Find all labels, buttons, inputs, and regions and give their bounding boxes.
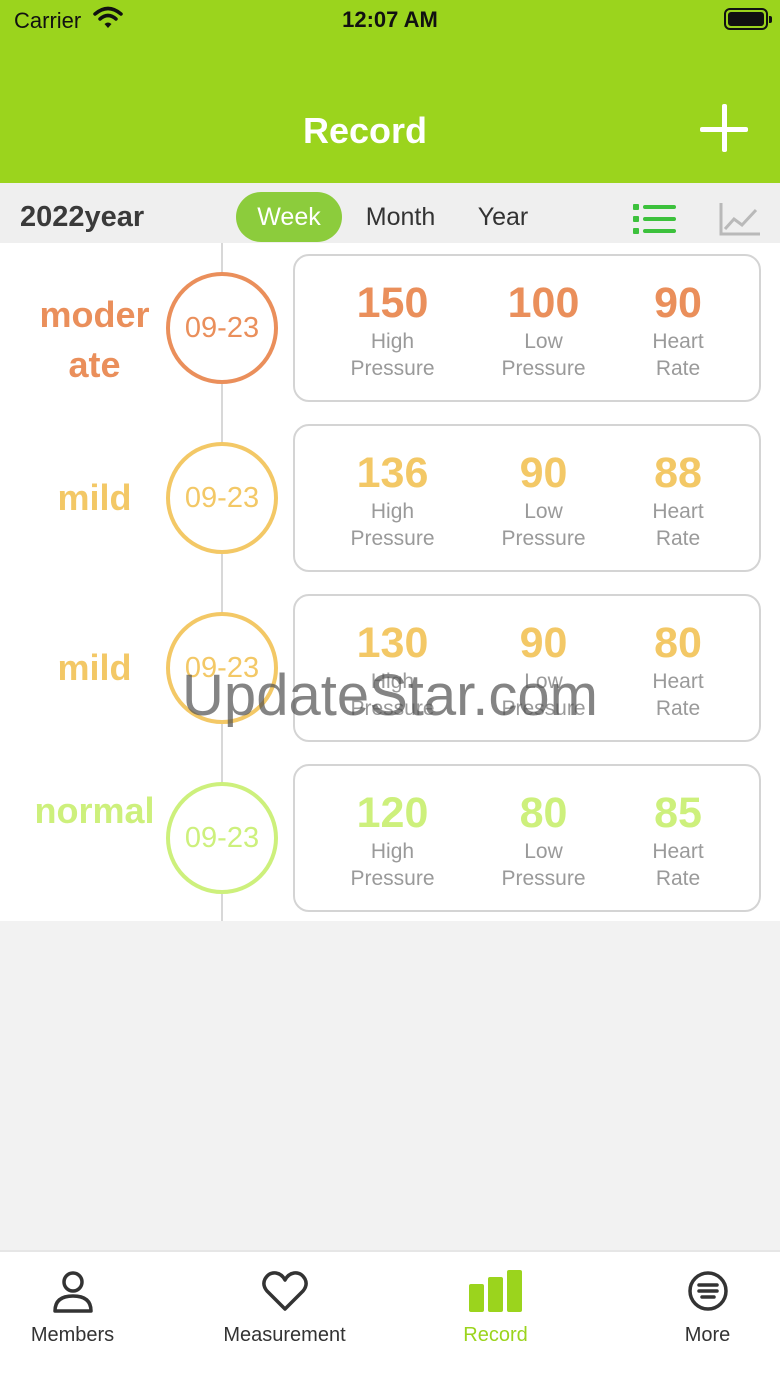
watermark: UpdateStar.com bbox=[182, 663, 598, 728]
severity-label: moderate bbox=[39, 294, 150, 385]
high-pressure-value: 130 bbox=[356, 619, 429, 667]
severity-label: mild bbox=[57, 477, 132, 518]
tab-month[interactable]: Month bbox=[353, 192, 448, 242]
date-badge: 09-23 bbox=[166, 272, 278, 384]
reading-card[interactable]: 136 High Pressure 90 Low Pressure 88 Hea… bbox=[293, 424, 761, 572]
low-pressure: 90 Low Pressure bbox=[486, 448, 601, 552]
heart-rate-label: Heart Rate bbox=[652, 840, 704, 890]
high-pressure: 120 High Pressure bbox=[335, 788, 450, 892]
heart-rate-value: 85 bbox=[654, 789, 702, 837]
add-record-button[interactable] bbox=[700, 104, 752, 156]
tab-members[interactable]: Members bbox=[0, 1252, 170, 1387]
high-pressure-label: High Pressure bbox=[350, 500, 435, 550]
high-pressure-value: 120 bbox=[356, 789, 429, 837]
low-pressure-label: Low Pressure bbox=[501, 330, 586, 380]
high-pressure-label: High Pressure bbox=[350, 840, 435, 890]
heart-icon bbox=[187, 1270, 382, 1317]
list-item: mild 09-23 136 High Pressure 90 Low Pres… bbox=[0, 423, 780, 573]
low-pressure-value: 100 bbox=[507, 279, 580, 327]
reading-card[interactable]: 120 High Pressure 80 Low Pressure 85 Hea… bbox=[293, 764, 761, 912]
tab-measurement-label: Measurement bbox=[223, 1324, 346, 1346]
tab-more-label: More bbox=[684, 1324, 731, 1346]
status-bar: Carrier 12:07 AM bbox=[0, 0, 780, 40]
tab-more[interactable]: More bbox=[610, 1252, 780, 1387]
heart-rate-label: Heart Rate bbox=[652, 330, 704, 380]
low-pressure: 100 Low Pressure bbox=[486, 278, 601, 382]
low-pressure: 80 Low Pressure bbox=[486, 788, 601, 892]
high-pressure-label: High Pressure bbox=[350, 330, 435, 380]
tab-record-label: Record bbox=[463, 1324, 528, 1346]
high-pressure-value: 136 bbox=[356, 449, 429, 497]
date-badge: 09-23 bbox=[166, 782, 278, 894]
low-pressure-value: 90 bbox=[519, 449, 568, 497]
date-badge: 09-23 bbox=[166, 442, 278, 554]
list-view-icon[interactable] bbox=[633, 203, 677, 240]
tab-record[interactable]: Record bbox=[398, 1252, 593, 1387]
high-pressure-value: 150 bbox=[356, 279, 429, 327]
more-icon bbox=[610, 1270, 780, 1317]
battery-icon bbox=[724, 8, 772, 30]
reading-card[interactable]: 150 High Pressure 100 Low Pressure 90 He… bbox=[293, 254, 761, 402]
status-time: 12:07 AM bbox=[342, 7, 438, 32]
low-pressure-label: Low Pressure bbox=[501, 840, 586, 890]
tab-week[interactable]: Week bbox=[236, 192, 342, 242]
tab-members-label: Members bbox=[30, 1324, 115, 1346]
year-selector[interactable]: 2022year bbox=[20, 201, 144, 234]
heart-rate: 88 Heart Rate bbox=[628, 448, 728, 552]
heart-rate-label: Heart Rate bbox=[652, 500, 704, 550]
filter-bar: 2022year Week Month Year bbox=[0, 183, 780, 243]
list-item: normal 09-23 120 High Pressure 80 Low Pr… bbox=[0, 763, 780, 913]
low-pressure-value: 80 bbox=[519, 789, 568, 837]
heart-rate-value: 88 bbox=[654, 449, 702, 497]
bar-chart-icon bbox=[398, 1270, 593, 1317]
high-pressure: 136 High Pressure bbox=[335, 448, 450, 552]
app-header: Carrier 12:07 AM Record bbox=[0, 0, 780, 183]
list-item: moderate 09-23 150 High Pressure 100 Low… bbox=[0, 253, 780, 403]
heart-rate: 85 Heart Rate bbox=[628, 788, 728, 892]
low-pressure-value: 90 bbox=[519, 619, 568, 667]
low-pressure-label: Low Pressure bbox=[501, 500, 586, 550]
page-title: Record bbox=[302, 110, 428, 151]
high-pressure: 150 High Pressure bbox=[335, 278, 450, 382]
chart-view-icon[interactable] bbox=[718, 201, 762, 242]
severity-label: normal bbox=[34, 790, 155, 831]
record-list: moderate 09-23 150 High Pressure 100 Low… bbox=[0, 243, 780, 921]
heart-rate-value: 90 bbox=[654, 279, 702, 327]
tab-year[interactable]: Year bbox=[468, 192, 538, 242]
person-icon bbox=[0, 1270, 170, 1319]
heart-rate: 90 Heart Rate bbox=[628, 278, 728, 382]
heart-rate-value: 80 bbox=[654, 619, 702, 667]
tab-measurement[interactable]: Measurement bbox=[187, 1252, 382, 1387]
bottom-tab-bar: Members Measurement Record More bbox=[0, 1250, 780, 1387]
